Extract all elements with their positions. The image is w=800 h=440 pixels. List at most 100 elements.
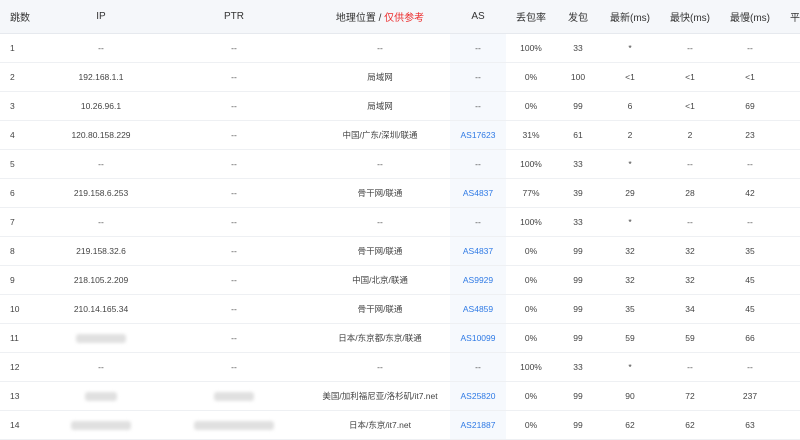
col-last: 最新(ms) bbox=[600, 0, 660, 34]
ptr-value: -- bbox=[231, 333, 237, 343]
loss-value: 0% bbox=[524, 101, 538, 111]
cell-ip: -- bbox=[44, 33, 158, 63]
worst-value: -- bbox=[747, 43, 753, 53]
table-row: 5 -- -- -- -- 100% 33 * -- -- -- bbox=[0, 149, 800, 179]
hop-value: 10 bbox=[10, 304, 20, 314]
cell-sent: 99 bbox=[556, 410, 600, 440]
cell-worst: 63 bbox=[720, 410, 780, 440]
cell-worst: -- bbox=[720, 149, 780, 179]
table-row: 6 219.158.6.253 -- 骨干网/联通 AS4837 77% 39 29 28 42 2… bbox=[0, 178, 800, 208]
cell-as[interactable]: AS4859 bbox=[450, 294, 506, 324]
traceroute-table: 跳数 IP PTR 地理位置 / 仅供参考 AS 丢包率 发包 最新(ms) 最… bbox=[0, 0, 800, 440]
col-best: 最快(ms) bbox=[660, 0, 720, 34]
as-link[interactable]: AS10099 bbox=[461, 333, 496, 343]
cell-ptr: -- bbox=[158, 352, 310, 382]
col-as: AS bbox=[450, 0, 506, 34]
cell-as: -- bbox=[450, 352, 506, 382]
sent-value: 33 bbox=[573, 362, 583, 372]
as-link[interactable]: AS17623 bbox=[461, 130, 496, 140]
cell-worst: 45 bbox=[720, 265, 780, 295]
last-value: * bbox=[628, 159, 632, 169]
cell-as[interactable]: AS4837 bbox=[450, 236, 506, 266]
geo-value: 骨干网/联通 bbox=[357, 304, 403, 314]
geo-value: -- bbox=[377, 43, 383, 53]
as-link[interactable]: AS4859 bbox=[463, 304, 493, 314]
cell-last: * bbox=[600, 207, 660, 237]
ptr-value: -- bbox=[231, 217, 237, 227]
cell-worst: 35 bbox=[720, 236, 780, 266]
cell-worst: 45 bbox=[720, 294, 780, 324]
cell-sent: 33 bbox=[556, 149, 600, 179]
redacted-ip bbox=[71, 421, 131, 431]
cell-geo: 美国/加利福尼亚/洛杉矶/it7.net bbox=[310, 381, 450, 411]
last-value: * bbox=[628, 217, 632, 227]
hop-value: 11 bbox=[10, 333, 19, 343]
cell-best: -- bbox=[660, 207, 720, 237]
sent-value: 99 bbox=[573, 333, 583, 343]
ip-value: 192.168.1.1 bbox=[78, 72, 124, 82]
geo-value: 骨干网/联通 bbox=[357, 188, 403, 198]
cell-as[interactable]: AS17623 bbox=[450, 120, 506, 150]
col-avg: 平均(ms) bbox=[780, 0, 800, 34]
worst-value: 35 bbox=[745, 246, 755, 256]
geo-value: 局域网 bbox=[367, 72, 393, 82]
cell-as[interactable]: AS4837 bbox=[450, 178, 506, 208]
geo-value: -- bbox=[377, 217, 383, 227]
cell-as: -- bbox=[450, 62, 506, 92]
best-value: 72 bbox=[685, 391, 695, 401]
cell-worst: -- bbox=[720, 352, 780, 382]
cell-ip bbox=[44, 323, 158, 353]
cell-worst: 237 bbox=[720, 381, 780, 411]
cell-as[interactable]: AS21887 bbox=[450, 410, 506, 440]
cell-ip bbox=[44, 381, 158, 411]
as-link[interactable]: AS25820 bbox=[461, 391, 496, 401]
sent-value: 99 bbox=[573, 275, 583, 285]
cell-ip: 210.14.165.34 bbox=[44, 294, 158, 324]
cell-last: 2 bbox=[600, 120, 660, 150]
table-row: 1 -- -- -- -- 100% 33 * -- -- -- bbox=[0, 33, 800, 63]
redacted-ip bbox=[85, 392, 117, 402]
hop-value: 12 bbox=[10, 362, 20, 372]
cell-ip: 218.105.2.209 bbox=[44, 265, 158, 295]
as-value: -- bbox=[475, 101, 481, 111]
worst-value: -- bbox=[747, 362, 753, 372]
cell-hop: 13 bbox=[0, 381, 44, 411]
cell-worst: 23 bbox=[720, 120, 780, 150]
loss-value: 100% bbox=[520, 159, 542, 169]
cell-sent: 99 bbox=[556, 91, 600, 121]
redacted-ip bbox=[76, 334, 126, 344]
cell-avg: 6 bbox=[780, 91, 800, 121]
cell-hop: 7 bbox=[0, 207, 44, 237]
as-link[interactable]: AS9929 bbox=[463, 275, 493, 285]
sent-value: 39 bbox=[573, 188, 583, 198]
cell-geo: 骨干网/联通 bbox=[310, 294, 450, 324]
cell-as[interactable]: AS10099 bbox=[450, 323, 506, 353]
ip-value: -- bbox=[98, 217, 104, 227]
hop-value: 2 bbox=[10, 72, 15, 82]
cell-best: <1 bbox=[660, 91, 720, 121]
ip-value: 120.80.158.229 bbox=[71, 130, 131, 140]
cell-geo: 骨干网/联通 bbox=[310, 178, 450, 208]
cell-best: 62 bbox=[660, 410, 720, 440]
hop-value: 7 bbox=[10, 217, 15, 227]
ptr-value: -- bbox=[231, 362, 237, 372]
redacted-ptr bbox=[194, 421, 274, 431]
cell-as[interactable]: AS25820 bbox=[450, 381, 506, 411]
cell-worst: 69 bbox=[720, 91, 780, 121]
cell-hop: 11 bbox=[0, 323, 44, 353]
as-value: -- bbox=[475, 72, 481, 82]
cell-loss: 0% bbox=[506, 294, 556, 324]
cell-loss: 100% bbox=[506, 33, 556, 63]
cell-as[interactable]: AS9929 bbox=[450, 265, 506, 295]
last-value: 59 bbox=[625, 333, 635, 343]
hop-value: 4 bbox=[10, 130, 15, 140]
cell-ip: -- bbox=[44, 149, 158, 179]
as-link[interactable]: AS4837 bbox=[463, 188, 493, 198]
as-link[interactable]: AS4837 bbox=[463, 246, 493, 256]
worst-value: <1 bbox=[745, 72, 755, 82]
as-value: -- bbox=[475, 362, 481, 372]
as-link[interactable]: AS21887 bbox=[461, 420, 496, 430]
cell-loss: 31% bbox=[506, 120, 556, 150]
cell-worst: -- bbox=[720, 207, 780, 237]
ptr-value: -- bbox=[231, 246, 237, 256]
